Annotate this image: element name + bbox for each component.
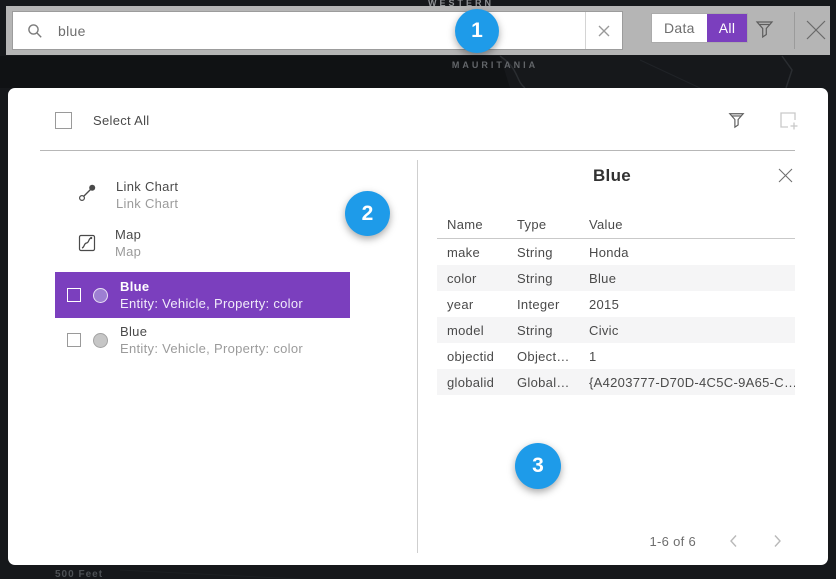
result-checkbox[interactable]: [67, 288, 81, 302]
detail-close-button[interactable]: [778, 168, 793, 183]
search-toolbar: Data All: [6, 6, 830, 55]
clear-icon: [598, 25, 610, 37]
result-item-map[interactable]: Map Map: [78, 226, 141, 260]
table-row: objectid Object… 1: [437, 343, 795, 369]
close-icon: [805, 19, 827, 41]
cell-type: String: [517, 271, 589, 286]
search-results-panel: Select All Link Chart Link Ch: [8, 88, 828, 565]
search-icon: [27, 23, 43, 39]
add-selection-button[interactable]: [779, 111, 799, 131]
chevron-left-icon: [729, 534, 738, 548]
cell-value: Blue: [589, 271, 795, 286]
chevron-right-icon: [773, 534, 782, 548]
annotation-badge-2: 2: [345, 191, 390, 236]
close-icon: [778, 168, 793, 183]
close-search-button[interactable]: [805, 19, 827, 41]
cell-type: String: [517, 245, 589, 260]
cell-type: Integer: [517, 297, 589, 312]
result-title: Blue: [120, 278, 303, 295]
table-header: Name Type Value: [437, 210, 795, 239]
filter-button[interactable]: [755, 19, 774, 39]
cell-value: 1: [589, 349, 795, 364]
map-label-mauritania: MAURITANIA: [440, 60, 550, 70]
table-row: year Integer 2015: [437, 291, 795, 317]
cell-value: {A4203777-D70D-4C5C-9A65-C…: [589, 375, 795, 390]
cell-name: objectid: [447, 349, 517, 364]
attributes-table: Name Type Value make String Honda color …: [437, 210, 795, 395]
entity-circle-icon: [93, 288, 108, 303]
cell-name: model: [447, 323, 517, 338]
table-row: globalid Global… {A4203777-D70D-4C5C-9A6…: [437, 369, 795, 395]
cell-name: year: [447, 297, 517, 312]
map-scale-label: 500 Feet: [55, 569, 103, 579]
panel-vertical-divider: [417, 160, 418, 553]
cell-name: globalid: [447, 375, 517, 390]
detail-title: Blue: [437, 166, 787, 186]
pagination-label: 1-6 of 6: [650, 534, 696, 549]
search-input-wrap: [13, 12, 585, 49]
link-chart-icon: [78, 183, 97, 202]
result-item-link-chart[interactable]: Link Chart Link Chart: [78, 178, 178, 212]
entity-circle-icon: [93, 333, 108, 348]
add-selection-icon: [779, 111, 799, 131]
table-row: model String Civic: [437, 317, 795, 343]
select-all-label: Select All: [93, 113, 149, 128]
cell-name: color: [447, 271, 517, 286]
result-subtitle: Entity: Vehicle, Property: color: [120, 295, 303, 312]
previous-page-button[interactable]: [727, 532, 740, 550]
cell-value: Civic: [589, 323, 795, 338]
toolbar-divider: [794, 12, 795, 49]
filter-icon: [728, 111, 745, 129]
annotation-badge-1: 1: [455, 9, 499, 53]
result-item-blue[interactable]: Blue Entity: Vehicle, Property: color: [55, 317, 350, 363]
cell-value: Honda: [589, 245, 795, 260]
filter-icon: [755, 19, 774, 39]
result-subtitle: Entity: Vehicle, Property: color: [120, 340, 303, 357]
app-window: WESTERN MAURITANIA 500 Feet Data All: [0, 0, 836, 579]
result-subtitle: Map: [115, 243, 141, 260]
select-all-row: Select All: [55, 112, 149, 129]
header-divider: [40, 150, 795, 151]
cell-type: Global…: [517, 375, 589, 390]
toggle-data-option[interactable]: Data: [652, 14, 707, 42]
cell-value: 2015: [589, 297, 795, 312]
results-filter-button[interactable]: [728, 111, 745, 129]
table-row: color String Blue: [437, 265, 795, 291]
col-name: Name: [447, 217, 517, 232]
col-type: Type: [517, 217, 589, 232]
annotation-badge-3: 3: [515, 443, 561, 489]
result-title: Link Chart: [116, 178, 178, 195]
pagination: 1-6 of 6: [650, 532, 784, 550]
cell-type: Object…: [517, 349, 589, 364]
clear-search-button[interactable]: [585, 12, 622, 49]
search-box: [12, 11, 623, 50]
search-scope-toggle: Data All: [651, 13, 748, 43]
result-title: Blue: [120, 323, 303, 340]
toggle-all-option[interactable]: All: [707, 14, 747, 42]
cell-name: make: [447, 245, 517, 260]
next-page-button[interactable]: [771, 532, 784, 550]
table-row: make String Honda: [437, 239, 795, 265]
result-subtitle: Link Chart: [116, 195, 178, 212]
select-all-checkbox[interactable]: [55, 112, 72, 129]
search-input[interactable]: [56, 22, 585, 40]
result-title: Map: [115, 226, 141, 243]
result-checkbox[interactable]: [67, 333, 81, 347]
map-icon: [78, 234, 96, 252]
result-item-blue-selected[interactable]: Blue Entity: Vehicle, Property: color: [55, 272, 350, 318]
cell-type: String: [517, 323, 589, 338]
col-value: Value: [589, 217, 795, 232]
